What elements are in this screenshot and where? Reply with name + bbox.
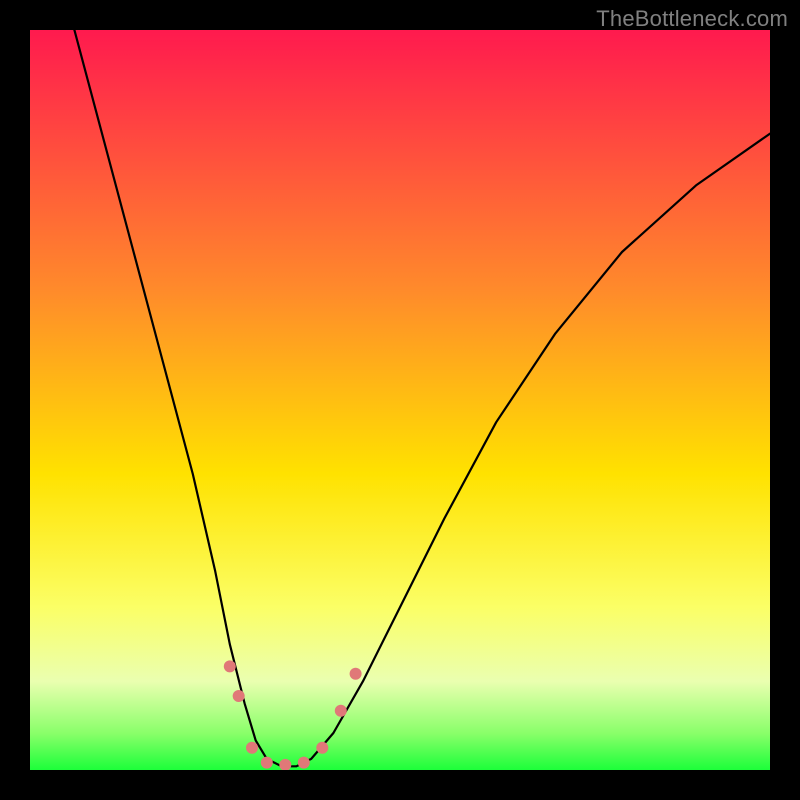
curve-marker [246, 742, 258, 754]
curve-marker [335, 705, 347, 717]
curve-marker [261, 757, 273, 769]
watermark-text: TheBottleneck.com [596, 6, 788, 32]
curve-marker [224, 660, 236, 672]
chart-background [30, 30, 770, 770]
chart-plot-area [30, 30, 770, 770]
curve-marker [350, 668, 362, 680]
curve-marker [233, 690, 245, 702]
curve-marker [316, 742, 328, 754]
chart-frame: TheBottleneck.com [0, 0, 800, 800]
chart-svg [30, 30, 770, 770]
curve-marker [298, 757, 310, 769]
